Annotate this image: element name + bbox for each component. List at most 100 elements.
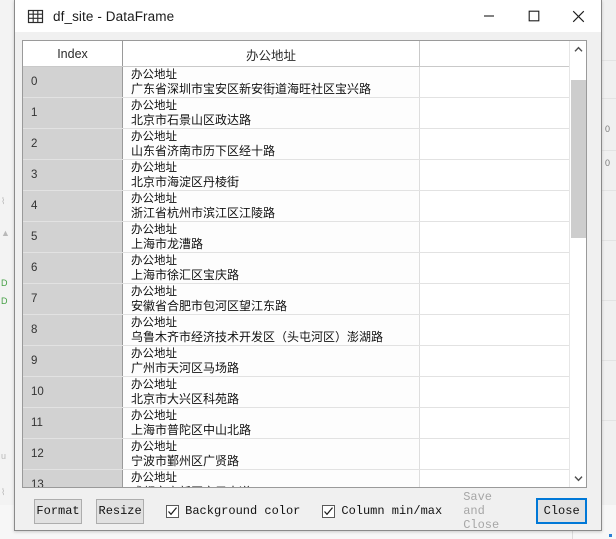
close-icon (572, 10, 585, 22)
row-index-cell[interactable]: 7 (23, 284, 123, 314)
row-index-cell[interactable]: 2 (23, 129, 123, 159)
row-index-cell[interactable]: 10 (23, 377, 123, 407)
cell-value-line: 北京市石景山区政达路 (131, 112, 252, 127)
maximize-icon (528, 10, 539, 22)
cell-key-line: 办公地址 (131, 68, 177, 81)
table-grid-icon (27, 8, 44, 25)
row-index-cell[interactable]: 8 (23, 315, 123, 345)
scroll-up-button[interactable] (570, 41, 586, 58)
row-index-cell[interactable]: 13 (23, 470, 123, 487)
office-address-cell[interactable]: 办公地址 北京市大兴区科苑路 (123, 377, 420, 407)
background-glyph: u (1, 451, 7, 461)
close-dialog-button[interactable]: Close (536, 498, 587, 524)
background-glyph: D (1, 278, 8, 288)
cell-value-line: 广东省深圳市宝安区新安街道海旺社区宝兴路 (131, 81, 372, 96)
column-header-filler (420, 41, 586, 67)
table-row[interactable]: 2 办公地址 山东省济南市历下区经十路 (23, 129, 586, 160)
dialog-toolbar: Format Resize Background color Column mi… (22, 490, 587, 532)
checkbox-box[interactable] (322, 504, 336, 518)
row-filler-cell (420, 315, 586, 345)
table-row[interactable]: 4 办公地址 浙江省杭州市滨江区江陵路 (23, 191, 586, 222)
window-controls (466, 0, 601, 32)
scrollbar-thumb[interactable] (571, 80, 586, 238)
office-address-cell[interactable]: 办公地址 宁波市鄞州区广贤路 (123, 439, 420, 469)
office-address-cell[interactable]: 办公地址 上海市龙漕路 (123, 222, 420, 252)
office-address-cell[interactable]: 办公地址 安徽省合肥市包河区望江东路 (123, 284, 420, 314)
chevron-down-icon (574, 476, 583, 482)
scrollbar-track[interactable] (570, 58, 586, 470)
cell-key-line: 办公地址 (131, 378, 177, 391)
table-row[interactable]: 1 办公地址 北京市石景山区政达路 (23, 98, 586, 129)
row-index-cell[interactable]: 3 (23, 160, 123, 190)
cell-value-line: 宁波市鄞州区广贤路 (131, 453, 240, 468)
background-color-checkbox[interactable]: Background color (166, 504, 300, 518)
office-address-cell[interactable]: 办公地址 广州市天河区马场路 (123, 346, 420, 376)
column-header-office-address[interactable]: 办公地址 (123, 41, 420, 67)
row-index-cell[interactable]: 12 (23, 439, 123, 469)
cell-value-line: 上海市徐汇区宝庆路 (131, 267, 240, 282)
row-index-cell[interactable]: 9 (23, 346, 123, 376)
title-bar[interactable]: df_site - DataFrame (15, 0, 601, 33)
cell-key-line: 办公地址 (131, 316, 177, 329)
cell-key-line: 办公地址 (131, 347, 177, 360)
close-button[interactable] (556, 0, 601, 32)
office-address-cell[interactable]: 办公地址成都市高新区交子大道 (123, 470, 420, 487)
column-minmax-checkbox[interactable]: Column min/max (322, 504, 442, 518)
cell-key-line: 办公地址 (131, 409, 177, 422)
table-row[interactable]: 5 办公地址 上海市龙漕路 (23, 222, 586, 253)
office-address-cell[interactable]: 办公地址 广东省深圳市宝安区新安街道海旺社区宝兴路 (123, 67, 420, 97)
checkmark-icon (168, 506, 178, 515)
office-address-cell[interactable]: 办公地址 山东省济南市历下区经十路 (123, 129, 420, 159)
table-row[interactable]: 10 办公地址 北京市大兴区科苑路 (23, 377, 586, 408)
row-filler-cell (420, 253, 586, 283)
table-row[interactable]: 11 办公地址 上海市普陀区中山北路 (23, 408, 586, 439)
cell-key-line: 办公地址 (131, 192, 177, 205)
office-address-cell[interactable]: 办公地址 上海市徐汇区宝庆路 (123, 253, 420, 283)
resize-button[interactable]: Resize (96, 498, 145, 524)
cell-key-line: 办公地址 (131, 254, 177, 267)
office-address-cell[interactable]: 办公地址 上海市普陀区中山北路 (123, 408, 420, 438)
format-button[interactable]: Format (34, 498, 83, 524)
table-row[interactable]: 6 办公地址 上海市徐汇区宝庆路 (23, 253, 586, 284)
row-filler-cell (420, 346, 586, 376)
row-index-cell[interactable]: 0 (23, 67, 123, 97)
table-row[interactable]: 8 办公地址 乌鲁木齐市经济技术开发区（头屯河区）澎湖路 (23, 315, 586, 346)
cell-key-line: 办公地址 (131, 223, 177, 236)
table-row[interactable]: 7 办公地址 安徽省合肥市包河区望江东路 (23, 284, 586, 315)
office-address-cell[interactable]: 办公地址 浙江省杭州市滨江区江陵路 (123, 191, 420, 221)
cell-value-line: 上海市龙漕路 (131, 236, 204, 251)
minimize-button[interactable] (466, 0, 511, 32)
table-row[interactable]: 12 办公地址 宁波市鄞州区广贤路 (23, 439, 586, 470)
cell-key-line: 办公地址 (131, 99, 177, 112)
row-index-cell[interactable]: 1 (23, 98, 123, 128)
table-row[interactable]: 0 办公地址 广东省深圳市宝安区新安街道海旺社区宝兴路 (23, 67, 586, 98)
grid-body: 0 办公地址 广东省深圳市宝安区新安街道海旺社区宝兴路 1 办公地址 北京市石景山区政达路… (23, 67, 586, 487)
column-header-index[interactable]: Index (23, 41, 123, 67)
row-index-cell[interactable]: 11 (23, 408, 123, 438)
background-glyph: D (1, 296, 8, 306)
table-row[interactable]: 9 办公地址 广州市天河区马场路 (23, 346, 586, 377)
row-filler-cell (420, 160, 586, 190)
dataframe-grid[interactable]: Index 办公地址 0 办公地址 广东省深圳市宝安区新安街道海旺社区宝兴路 1 办公地… (22, 40, 587, 488)
chevron-up-icon (574, 46, 583, 52)
cell-value-line: 北京市海淀区丹棱街 (131, 174, 240, 189)
vertical-scrollbar[interactable] (569, 41, 586, 487)
column-minmax-label: Column min/max (341, 504, 443, 518)
minimize-icon (483, 15, 494, 17)
checkbox-box[interactable] (166, 504, 180, 518)
office-address-cell[interactable]: 办公地址 北京市石景山区政达路 (123, 98, 420, 128)
row-filler-cell (420, 129, 586, 159)
office-address-cell[interactable]: 办公地址 北京市海淀区丹棱街 (123, 160, 420, 190)
row-index-cell[interactable]: 4 (23, 191, 123, 221)
table-row[interactable]: 3 办公地址 北京市海淀区丹棱街 (23, 160, 586, 191)
row-filler-cell (420, 439, 586, 469)
row-index-cell[interactable]: 6 (23, 253, 123, 283)
table-row[interactable]: 13办公地址成都市高新区交子大道 (23, 470, 586, 487)
row-index-cell[interactable]: 5 (23, 222, 123, 252)
scroll-down-button[interactable] (570, 470, 586, 487)
cell-value-line: 安徽省合肥市包河区望江东路 (131, 298, 288, 313)
maximize-button[interactable] (511, 0, 556, 32)
office-address-cell[interactable]: 办公地址 乌鲁木齐市经济技术开发区（头屯河区）澎湖路 (123, 315, 420, 345)
background-indicator (609, 534, 612, 537)
row-filler-cell (420, 191, 586, 221)
